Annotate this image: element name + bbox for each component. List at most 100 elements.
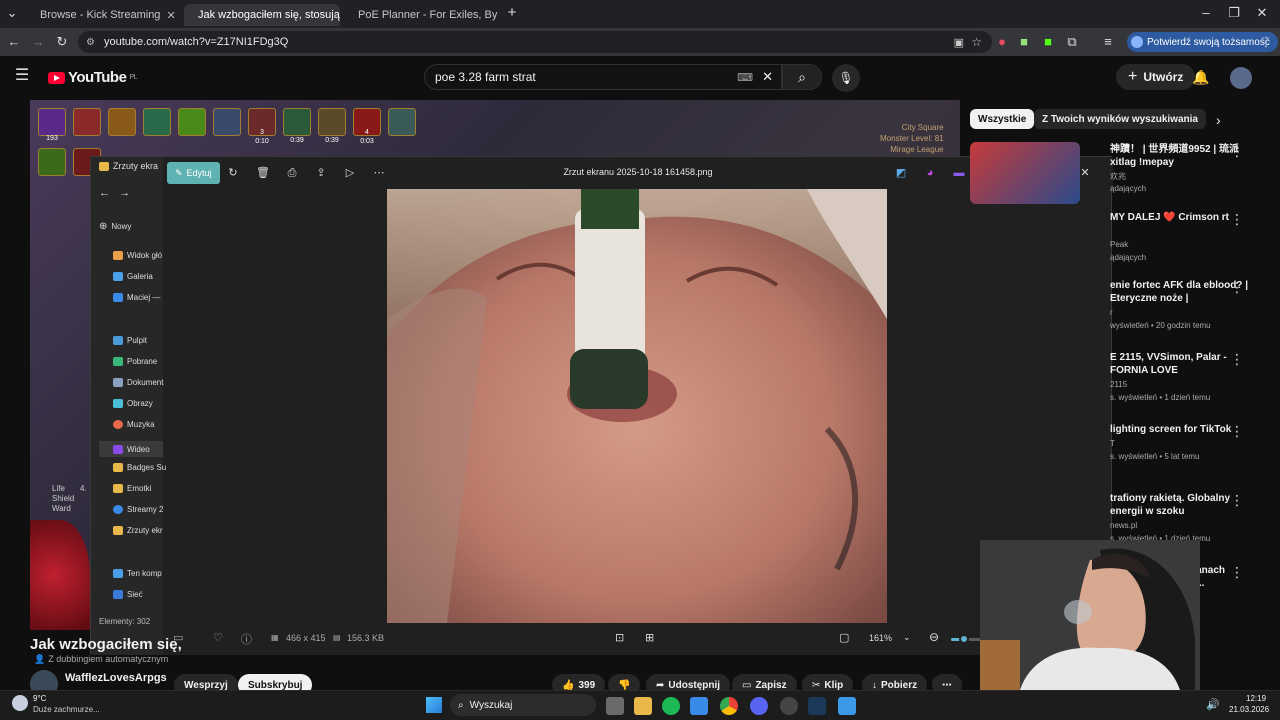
voice-search-button[interactable]: 🎙 <box>832 64 860 92</box>
tab-poe-planner[interactable]: PoE Planner - For Exiles, By Exil ✕ <box>344 4 498 26</box>
verify-identity-button[interactable]: Potwierdź swoją tożsamość <box>1127 32 1278 52</box>
video-thumbnail[interactable] <box>970 142 1080 204</box>
discord-icon[interactable] <box>750 697 768 715</box>
weather-temp[interactable]: 9°C <box>33 694 46 703</box>
buff-counter: 0:03 <box>360 138 374 145</box>
reload-icon[interactable]: ↻ <box>54 34 70 50</box>
explorer-item[interactable]: Streamy 2 <box>113 505 177 514</box>
search-input[interactable]: poe 3.28 farm strat ⌨ ✕ <box>424 64 782 90</box>
extension-icon[interactable]: ● <box>994 34 1010 50</box>
search-button[interactable]: ⌕ <box>782 64 822 90</box>
browser-tab-strip: ⌄ Browse - Kick Streaming ✕ Jak wzbogaci… <box>0 0 1280 28</box>
url-field[interactable]: ⚙ youtube.com/watch?v=Z17NI1FDg3Q ▣ ☆ <box>78 31 992 53</box>
clipchamp-icon[interactable]: ▬ <box>951 165 967 181</box>
bookmark-star-icon[interactable]: ☆ <box>971 35 982 49</box>
aspect-ratio-icon[interactable]: ▢ <box>839 631 849 644</box>
file-explorer-icon[interactable] <box>634 697 652 715</box>
more-options-icon[interactable]: ⋮ <box>1230 492 1244 509</box>
chrome-icon[interactable] <box>720 697 738 715</box>
media-control-icon[interactable]: ≡ <box>1100 34 1116 50</box>
account-avatar[interactable] <box>1230 67 1252 89</box>
explorer-item[interactable]: Zrzuty ekr <box>113 526 177 535</box>
browser-menu-icon[interactable]: ⋮ <box>1258 34 1274 50</box>
video-title[interactable]: 神蹟！ | 世界頻道9952 | 琉派 xitlag !mepay <box>1110 143 1250 169</box>
windows-start-icon[interactable] <box>426 697 442 713</box>
info-icon[interactable]: ⓘ <box>241 631 252 647</box>
explorer-item[interactable]: Galeria <box>113 272 177 281</box>
more-options-icon[interactable]: ⋮ <box>1230 279 1244 296</box>
more-options-icon[interactable]: ⋮ <box>1230 564 1244 581</box>
video-title[interactable]: enie fortec AFK dla eblood? | Eteryczne … <box>1110 279 1250 305</box>
more-options-icon[interactable]: ⋮ <box>1230 211 1244 228</box>
video-title[interactable]: trafiony rakietą. Globalny energii w szo… <box>1110 492 1250 518</box>
more-options-icon[interactable]: ⋮ <box>1230 423 1244 440</box>
youtube-logo[interactable]: YouTube PL <box>48 69 137 86</box>
copilot-icon[interactable]: ◕ <box>922 165 938 181</box>
video-title[interactable]: lighting screen for TikTok <box>1110 423 1250 436</box>
video-title[interactable]: E 2115, VVSimon, Palar - FORNIA LOVE <box>1110 351 1250 377</box>
spotify-icon[interactable] <box>662 697 680 715</box>
channel-name[interactable]: WafflezLovesArpgs <box>65 672 167 684</box>
restore-icon[interactable]: ❐ <box>1226 5 1242 21</box>
explorer-item[interactable]: Maciej — <box>113 293 177 302</box>
explorer-item[interactable]: Pobrane <box>113 357 177 366</box>
photo-canvas[interactable] <box>387 189 887 623</box>
zoom-slider-thumb[interactable] <box>958 634 969 644</box>
favorite-heart-icon[interactable]: ♡ <box>213 631 223 644</box>
obs-icon[interactable] <box>780 697 798 715</box>
store-icon[interactable] <box>690 697 708 715</box>
zoom-out-icon[interactable]: ⊖ <box>929 630 939 644</box>
kick-extension-icon[interactable]: ■ <box>1040 34 1056 50</box>
explorer-item[interactable]: Muzyka <box>113 420 177 429</box>
crop-select-icon[interactable]: ⊞ <box>645 631 654 644</box>
task-view-icon[interactable] <box>606 697 624 715</box>
chevron-down-icon[interactable]: ⌄ <box>903 632 911 643</box>
explorer-item[interactable]: Badges Su <box>113 463 177 472</box>
designer-icon[interactable]: ◩ <box>893 165 909 181</box>
keyboard-icon[interactable]: ⌨ <box>737 71 753 84</box>
chip-from-search[interactable]: Z Twoich wyników wyszukiwania <box>1034 109 1206 129</box>
extension-icon[interactable]: ■ <box>1016 34 1032 50</box>
explorer-item[interactable]: Pulpit <box>113 336 177 345</box>
more-options-icon[interactable]: ⋮ <box>1230 351 1244 368</box>
explorer-item[interactable]: Obrazy <box>113 399 177 408</box>
cast-icon[interactable]: ▣ <box>954 36 964 49</box>
chevron-right-icon[interactable]: › <box>1216 112 1221 128</box>
tab-kick[interactable]: Browse - Kick Streaming ✕ <box>26 4 180 26</box>
minimize-icon[interactable]: – <box>1198 5 1214 21</box>
zoom-level[interactable]: 161% <box>869 633 892 643</box>
close-icon[interactable]: ✕ <box>166 9 175 22</box>
explorer-item[interactable]: Dokument <box>113 378 177 387</box>
tab-list-icon[interactable]: ⌄ <box>4 5 20 21</box>
video-title[interactable]: MY DALEJ ❤️ Crimson rt <box>1110 211 1250 224</box>
create-button[interactable]: + Utwórz <box>1116 64 1196 90</box>
volume-icon[interactable]: 🔊 <box>1206 698 1220 711</box>
forward-icon[interactable]: → <box>30 34 46 50</box>
clear-search-icon[interactable]: ✕ <box>762 69 773 85</box>
clock-time[interactable]: 12:19 <box>1246 694 1266 703</box>
explorer-item[interactable]: Ten komp <box>113 569 177 578</box>
explorer-item[interactable]: Sieć <box>113 590 177 599</box>
taskbar-search[interactable]: ⌕ Wyszukaj <box>450 694 596 716</box>
chip-all[interactable]: Wszystkie <box>970 109 1035 129</box>
clock-date[interactable]: 21.03.2026 <box>1229 705 1269 714</box>
site-info-icon[interactable]: ⚙ <box>86 37 95 48</box>
weather-cloud-icon[interactable] <box>12 695 28 711</box>
back-icon[interactable]: ← <box>6 34 22 50</box>
tab-youtube[interactable]: Jak wzbogaciłem się, stosując t ✕ <box>184 4 340 26</box>
notifications-bell-icon[interactable]: 🔔 <box>1192 69 1209 85</box>
extensions-puzzle-icon[interactable]: ⧉ <box>1064 34 1080 50</box>
weather-desc[interactable]: Duże zachmurze... <box>33 705 100 714</box>
explorer-item[interactable]: Widok głó <box>113 251 177 260</box>
new-button[interactable]: ⊕ Nowy <box>99 221 163 232</box>
photos-app-icon[interactable] <box>838 697 856 715</box>
more-options-icon[interactable]: ⋮ <box>1230 143 1244 160</box>
fit-screen-icon[interactable]: ⊡ <box>615 631 624 644</box>
explorer-item[interactable]: Emotki <box>113 484 177 493</box>
close-window-icon[interactable]: ✕ <box>1254 5 1270 21</box>
back-icon[interactable]: ← → <box>99 187 163 199</box>
hamburger-menu-icon[interactable]: ☰ <box>14 68 30 84</box>
steam-icon[interactable] <box>808 697 826 715</box>
new-tab-icon[interactable]: + <box>504 5 520 21</box>
explorer-item-selected[interactable]: Wideo <box>99 441 163 457</box>
